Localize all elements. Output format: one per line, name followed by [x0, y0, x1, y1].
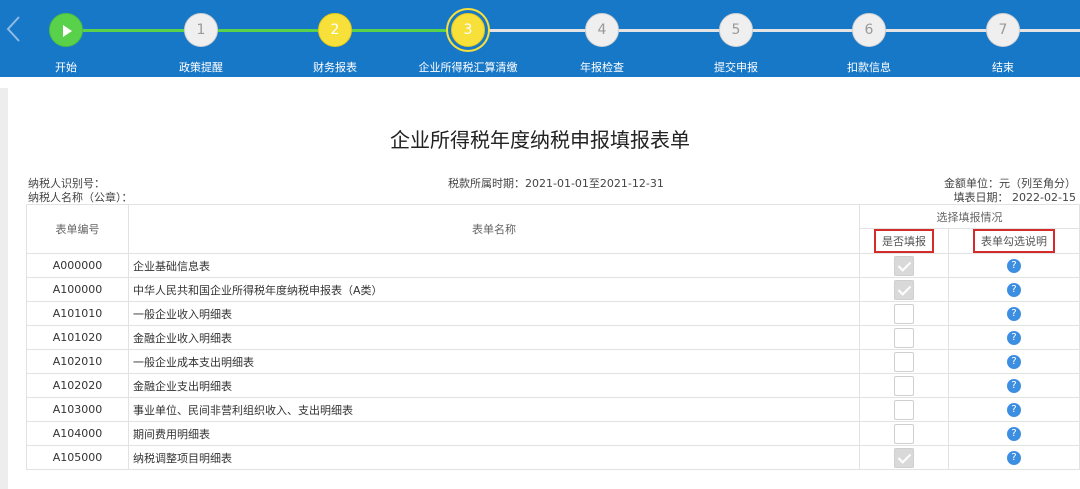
fill-checkbox[interactable] — [894, 303, 914, 324]
form-name: 事业单位、民间非营利组织收入、支出明细表 — [128, 397, 860, 422]
step-label-7[interactable]: 结束 — [943, 59, 1063, 75]
form-code: A105000 — [26, 445, 129, 470]
table-row: A102010 一般企业成本支出明细表 ? — [26, 349, 1080, 374]
step-label-1[interactable]: 政策提醒 — [141, 59, 261, 75]
form-table: 表单编号 表单名称 选择填报情况 是否填报 表单勾选说明 A000000 企业基… — [26, 204, 1080, 470]
question-icon[interactable]: ? — [1007, 306, 1021, 321]
header-form-name: 表单名称 — [128, 204, 860, 254]
step-1[interactable]: 1 — [184, 13, 218, 47]
form-code: A101020 — [26, 325, 129, 350]
form-code: A000000 — [26, 253, 129, 278]
step-label-4[interactable]: 年报检查 — [542, 59, 662, 75]
tax-period: 税款所属时期：2021-01-01至2021-12-31 — [448, 177, 664, 190]
fill-checkbox[interactable] — [894, 399, 914, 420]
step-label-2[interactable]: 财务报表 — [275, 59, 395, 75]
question-icon[interactable]: ? — [1007, 330, 1021, 345]
step-label-start[interactable]: 开始 — [6, 59, 126, 75]
form-code: A102020 — [26, 373, 129, 398]
header-note: 表单勾选说明 — [973, 229, 1055, 253]
chevron-left-icon[interactable] — [4, 14, 24, 44]
play-icon — [63, 25, 72, 37]
question-icon[interactable]: ? — [1007, 354, 1021, 369]
step-5[interactable]: 5 — [719, 13, 753, 47]
progress-track-completed — [66, 29, 468, 32]
form-code: A101010 — [26, 301, 129, 326]
question-icon[interactable]: ? — [1007, 402, 1021, 417]
table-row: A104000 期间费用明细表 ? — [26, 421, 1080, 446]
form-code: A102010 — [26, 349, 129, 374]
step-3-current[interactable]: 3 — [451, 13, 485, 47]
header-form-code: 表单编号 — [26, 204, 129, 254]
table-row: A000000 企业基础信息表 ? — [26, 253, 1080, 278]
form-code: A100000 — [26, 277, 129, 302]
question-icon[interactable]: ? — [1007, 450, 1021, 465]
fill-checkbox[interactable] — [894, 351, 914, 372]
fill-checkbox[interactable] — [894, 423, 914, 444]
form-name: 期间费用明细表 — [128, 421, 860, 446]
form-code: A104000 — [26, 421, 129, 446]
step-label-3[interactable]: 企业所得税汇算清缴 — [408, 59, 528, 75]
fill-checkbox[interactable] — [894, 255, 914, 276]
fill-checkbox[interactable] — [894, 279, 914, 300]
header-note-cell: 表单勾选说明 — [948, 228, 1080, 254]
form-code: A103000 — [26, 397, 129, 422]
table-row: A105000 纳税调整项目明细表 ? — [26, 445, 1080, 470]
page-title: 企业所得税年度纳税申报填报表单 — [390, 128, 690, 152]
step-6[interactable]: 6 — [852, 13, 886, 47]
fill-date: 填表日期： 2022-02-15 — [953, 191, 1076, 204]
step-start[interactable] — [49, 13, 83, 47]
step-2[interactable]: 2 — [318, 13, 352, 47]
step-label-6[interactable]: 扣款信息 — [809, 59, 929, 75]
question-icon[interactable]: ? — [1007, 426, 1021, 441]
form-name: 中华人民共和国企业所得税年度纳税申报表（A类） — [128, 277, 860, 302]
table-row: A101020 金融企业收入明细表 ? — [26, 325, 1080, 350]
table-row: A101010 一般企业收入明细表 ? — [26, 301, 1080, 326]
form-name: 一般企业成本支出明细表 — [128, 349, 860, 374]
question-icon[interactable]: ? — [1007, 282, 1021, 297]
table-row: A102020 金融企业支出明细表 ? — [26, 373, 1080, 398]
form-name: 一般企业收入明细表 — [128, 301, 860, 326]
form-name: 企业基础信息表 — [128, 253, 860, 278]
form-name: 纳税调整项目明细表 — [128, 445, 860, 470]
table-row: A103000 事业单位、民间非营利组织收入、支出明细表 ? — [26, 397, 1080, 422]
table-row: A100000 中华人民共和国企业所得税年度纳税申报表（A类） ? — [26, 277, 1080, 302]
step-7[interactable]: 7 — [986, 13, 1020, 47]
header-fill: 是否填报 — [874, 229, 934, 253]
taxpayer-name-label: 纳税人名称（公章）： — [28, 191, 133, 204]
form-name: 金融企业支出明细表 — [128, 373, 860, 398]
step-4[interactable]: 4 — [585, 13, 619, 47]
step-label-5[interactable]: 提交申报 — [676, 59, 796, 75]
fill-checkbox[interactable] — [894, 447, 914, 468]
header-fill-cell: 是否填报 — [859, 228, 949, 254]
step-progress-bar: 1 2 3 4 5 6 7 开始 政策提醒 财务报表 企业所得税汇算清缴 年报检… — [0, 0, 1080, 77]
header-selection-group: 选择填报情况 — [859, 204, 1080, 229]
fill-checkbox[interactable] — [894, 327, 914, 348]
question-icon[interactable]: ? — [1007, 258, 1021, 273]
fill-checkbox[interactable] — [894, 375, 914, 396]
form-name: 金融企业收入明细表 — [128, 325, 860, 350]
question-icon[interactable]: ? — [1007, 378, 1021, 393]
